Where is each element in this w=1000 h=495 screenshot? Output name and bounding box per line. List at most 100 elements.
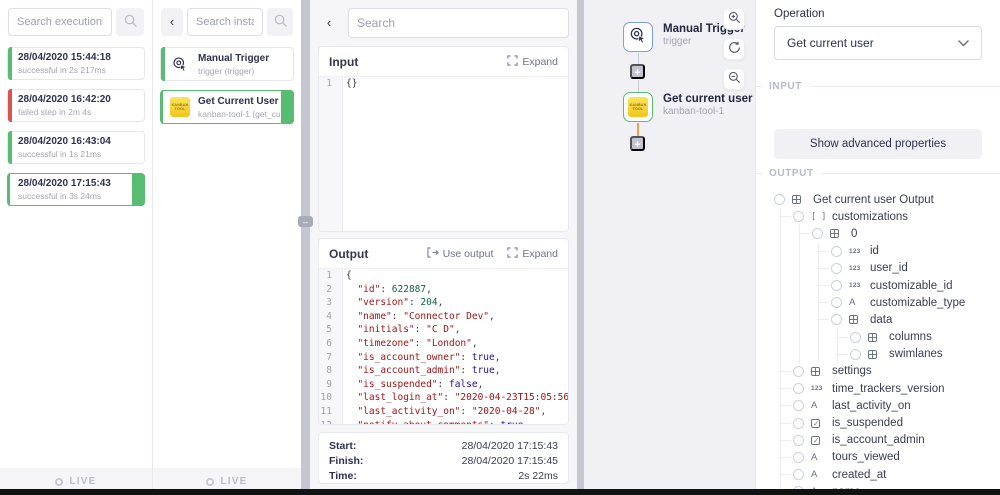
tree-node-id[interactable]: 123id: [766, 243, 982, 260]
tree-node-radio[interactable]: [793, 383, 804, 394]
tree-node-radio[interactable]: [774, 194, 785, 205]
tree-node-created-at[interactable]: Acreated_at: [766, 466, 982, 483]
splitter-drag-handle[interactable]: [298, 216, 313, 227]
runtime-label: Finish:: [329, 455, 363, 467]
use-output-button[interactable]: Use output: [427, 247, 494, 261]
instance-search-button[interactable]: [267, 8, 293, 36]
zoom-in-button[interactable]: [723, 8, 745, 30]
tree-node-radio[interactable]: [831, 280, 842, 291]
io-panel: ‹ Input Expand 1{} Output: [310, 0, 577, 495]
tree-node-radio[interactable]: [793, 435, 804, 446]
line-content: "is_account_admin": true,: [337, 364, 500, 378]
tree-node-tours-viewed[interactable]: Atours_viewed: [766, 449, 982, 466]
tree-rail: [799, 243, 800, 260]
tree-node-radio[interactable]: [812, 228, 823, 239]
tree-node-swimlanes[interactable]: swimlanes: [766, 346, 982, 363]
tree-node-settings[interactable]: settings: [766, 363, 982, 380]
step-item[interactable]: Manual Triggertrigger (trigger): [160, 47, 294, 81]
instance-search-input[interactable]: [187, 8, 263, 36]
tree-node-customizations[interactable]: [ ]customizations: [766, 208, 982, 225]
io-back-button[interactable]: ‹: [318, 9, 340, 37]
executions-list: 28/04/2020 15:44:18successful in 2s 217m…: [0, 44, 152, 215]
tree-node-label: user_id: [870, 262, 908, 274]
diagram-node-get-current-user: KANBANTOOL Get current user kanban-tool-…: [623, 92, 752, 122]
io-search-input[interactable]: [348, 8, 569, 38]
app-root: 28/04/2020 15:44:18successful in 2s 217m…: [0, 0, 1000, 495]
instance-panel: ‹ Manual Triggertrigger (trigger) KANBANT…: [153, 0, 301, 495]
tree-node-radio[interactable]: [793, 366, 804, 377]
table-type-icon: [792, 195, 809, 204]
code-line: 3 "version": 204,: [319, 296, 568, 310]
tree-node-radio[interactable]: [850, 349, 861, 360]
code-line: 1{}: [319, 77, 568, 91]
table-type-icon: [811, 367, 828, 376]
tree-node-radio[interactable]: [793, 400, 804, 411]
operation-select[interactable]: Get current user: [774, 26, 982, 60]
tree-node-radio[interactable]: [831, 263, 842, 274]
line-number: 10: [319, 391, 337, 405]
add-step-button[interactable]: [630, 64, 645, 79]
runtime-row: Time:2s 22ms: [329, 470, 558, 482]
runtime-value: 28/04/2020 17:15:43: [462, 440, 558, 452]
input-expand-button[interactable]: Expand: [507, 55, 558, 69]
input-card-header: Input Expand: [319, 47, 568, 77]
execution-item[interactable]: 28/04/2020 17:15:43successful in 3s 24ms: [7, 173, 145, 206]
connector-line: [638, 53, 639, 64]
tree-node-radio[interactable]: [793, 452, 804, 463]
tree-node-radio[interactable]: [831, 297, 842, 308]
tree-node-columns[interactable]: columns: [766, 329, 982, 346]
table-type-icon: [830, 229, 847, 238]
tree-rail: [780, 363, 781, 380]
tree-rail: [780, 466, 781, 483]
tree-rail: [780, 346, 781, 363]
executions-search-input[interactable]: [8, 8, 112, 36]
output-expand-button[interactable]: Expand: [507, 247, 558, 261]
tree-node-is-account-admin[interactable]: is_account_admin: [766, 432, 982, 449]
show-advanced-properties-button[interactable]: Show advanced properties: [774, 129, 982, 159]
tree-node-customizable-id[interactable]: 123customizable_id: [766, 277, 982, 294]
add-step-button[interactable]: [630, 136, 645, 151]
tree-node-radio[interactable]: [831, 314, 842, 325]
code-line: 11 "last_activity_on": "2020-04-28",: [319, 405, 568, 419]
tree-node-user-id[interactable]: 123user_id: [766, 260, 982, 277]
panel-splitter[interactable]: [301, 0, 310, 495]
zoom-out-button[interactable]: [723, 68, 745, 90]
tree-rail: [780, 260, 781, 277]
input-code-editor[interactable]: 1{}: [319, 77, 568, 231]
tree-node-last-activity-on[interactable]: Alast_activity_on: [766, 397, 982, 414]
line-number: 2: [319, 283, 337, 297]
tree-rail: [780, 380, 781, 397]
output-code-editor[interactable]: 1{2 "id": 622887,3 "version": 204,4 "nam…: [319, 269, 568, 424]
text-type-icon: A: [849, 297, 866, 308]
use-output-icon: [427, 247, 439, 261]
code-line: 10 "last_login_at": "2020-04-23T15:05:56…: [319, 391, 568, 405]
tree-node-is-suspended[interactable]: is_suspended: [766, 414, 982, 431]
tree-node-radio[interactable]: [793, 211, 804, 222]
tree-node-radio[interactable]: [793, 469, 804, 480]
execution-item[interactable]: 28/04/2020 16:43:04successful in 1s 21ms: [7, 131, 145, 164]
line-content: {}: [337, 77, 357, 91]
tree-node-radio[interactable]: [831, 246, 842, 257]
execution-item[interactable]: 28/04/2020 16:42:20failed step in 2m 4s: [7, 89, 145, 122]
instance-back-button[interactable]: ‹: [161, 8, 183, 36]
zoom-in-icon: [728, 11, 741, 27]
num-type-icon: 123: [849, 248, 866, 255]
tree-node-customizable-type[interactable]: Acustomizable_type: [766, 294, 982, 311]
tree-node-get-current-user-output[interactable]: Get current user Output: [766, 191, 982, 208]
executions-search-button[interactable]: [116, 8, 144, 36]
step-item[interactable]: KANBANTOOLGet Current Userkanban-tool-1 …: [160, 90, 294, 124]
refresh-button[interactable]: [723, 38, 745, 60]
line-content: "last_login_at": "2020-04-23T15:05:56.00…: [337, 391, 568, 405]
panel-splitter[interactable]: [577, 0, 584, 495]
line-number: 3: [319, 296, 337, 310]
tree-node-data[interactable]: data: [766, 311, 982, 328]
status-bar: [8, 173, 10, 206]
manual-trigger-node[interactable]: [623, 22, 653, 52]
tree-node-radio[interactable]: [793, 418, 804, 429]
tree-node-time-trackers-version[interactable]: 123time_trackers_version: [766, 380, 982, 397]
get-current-user-node[interactable]: KANBANTOOL: [623, 92, 653, 122]
execution-item[interactable]: 28/04/2020 15:44:18successful in 2s 217m…: [7, 47, 145, 80]
tree-node-0[interactable]: 0: [766, 225, 982, 242]
tree-node-radio[interactable]: [850, 332, 861, 343]
taskbar-strip: [0, 489, 1000, 495]
